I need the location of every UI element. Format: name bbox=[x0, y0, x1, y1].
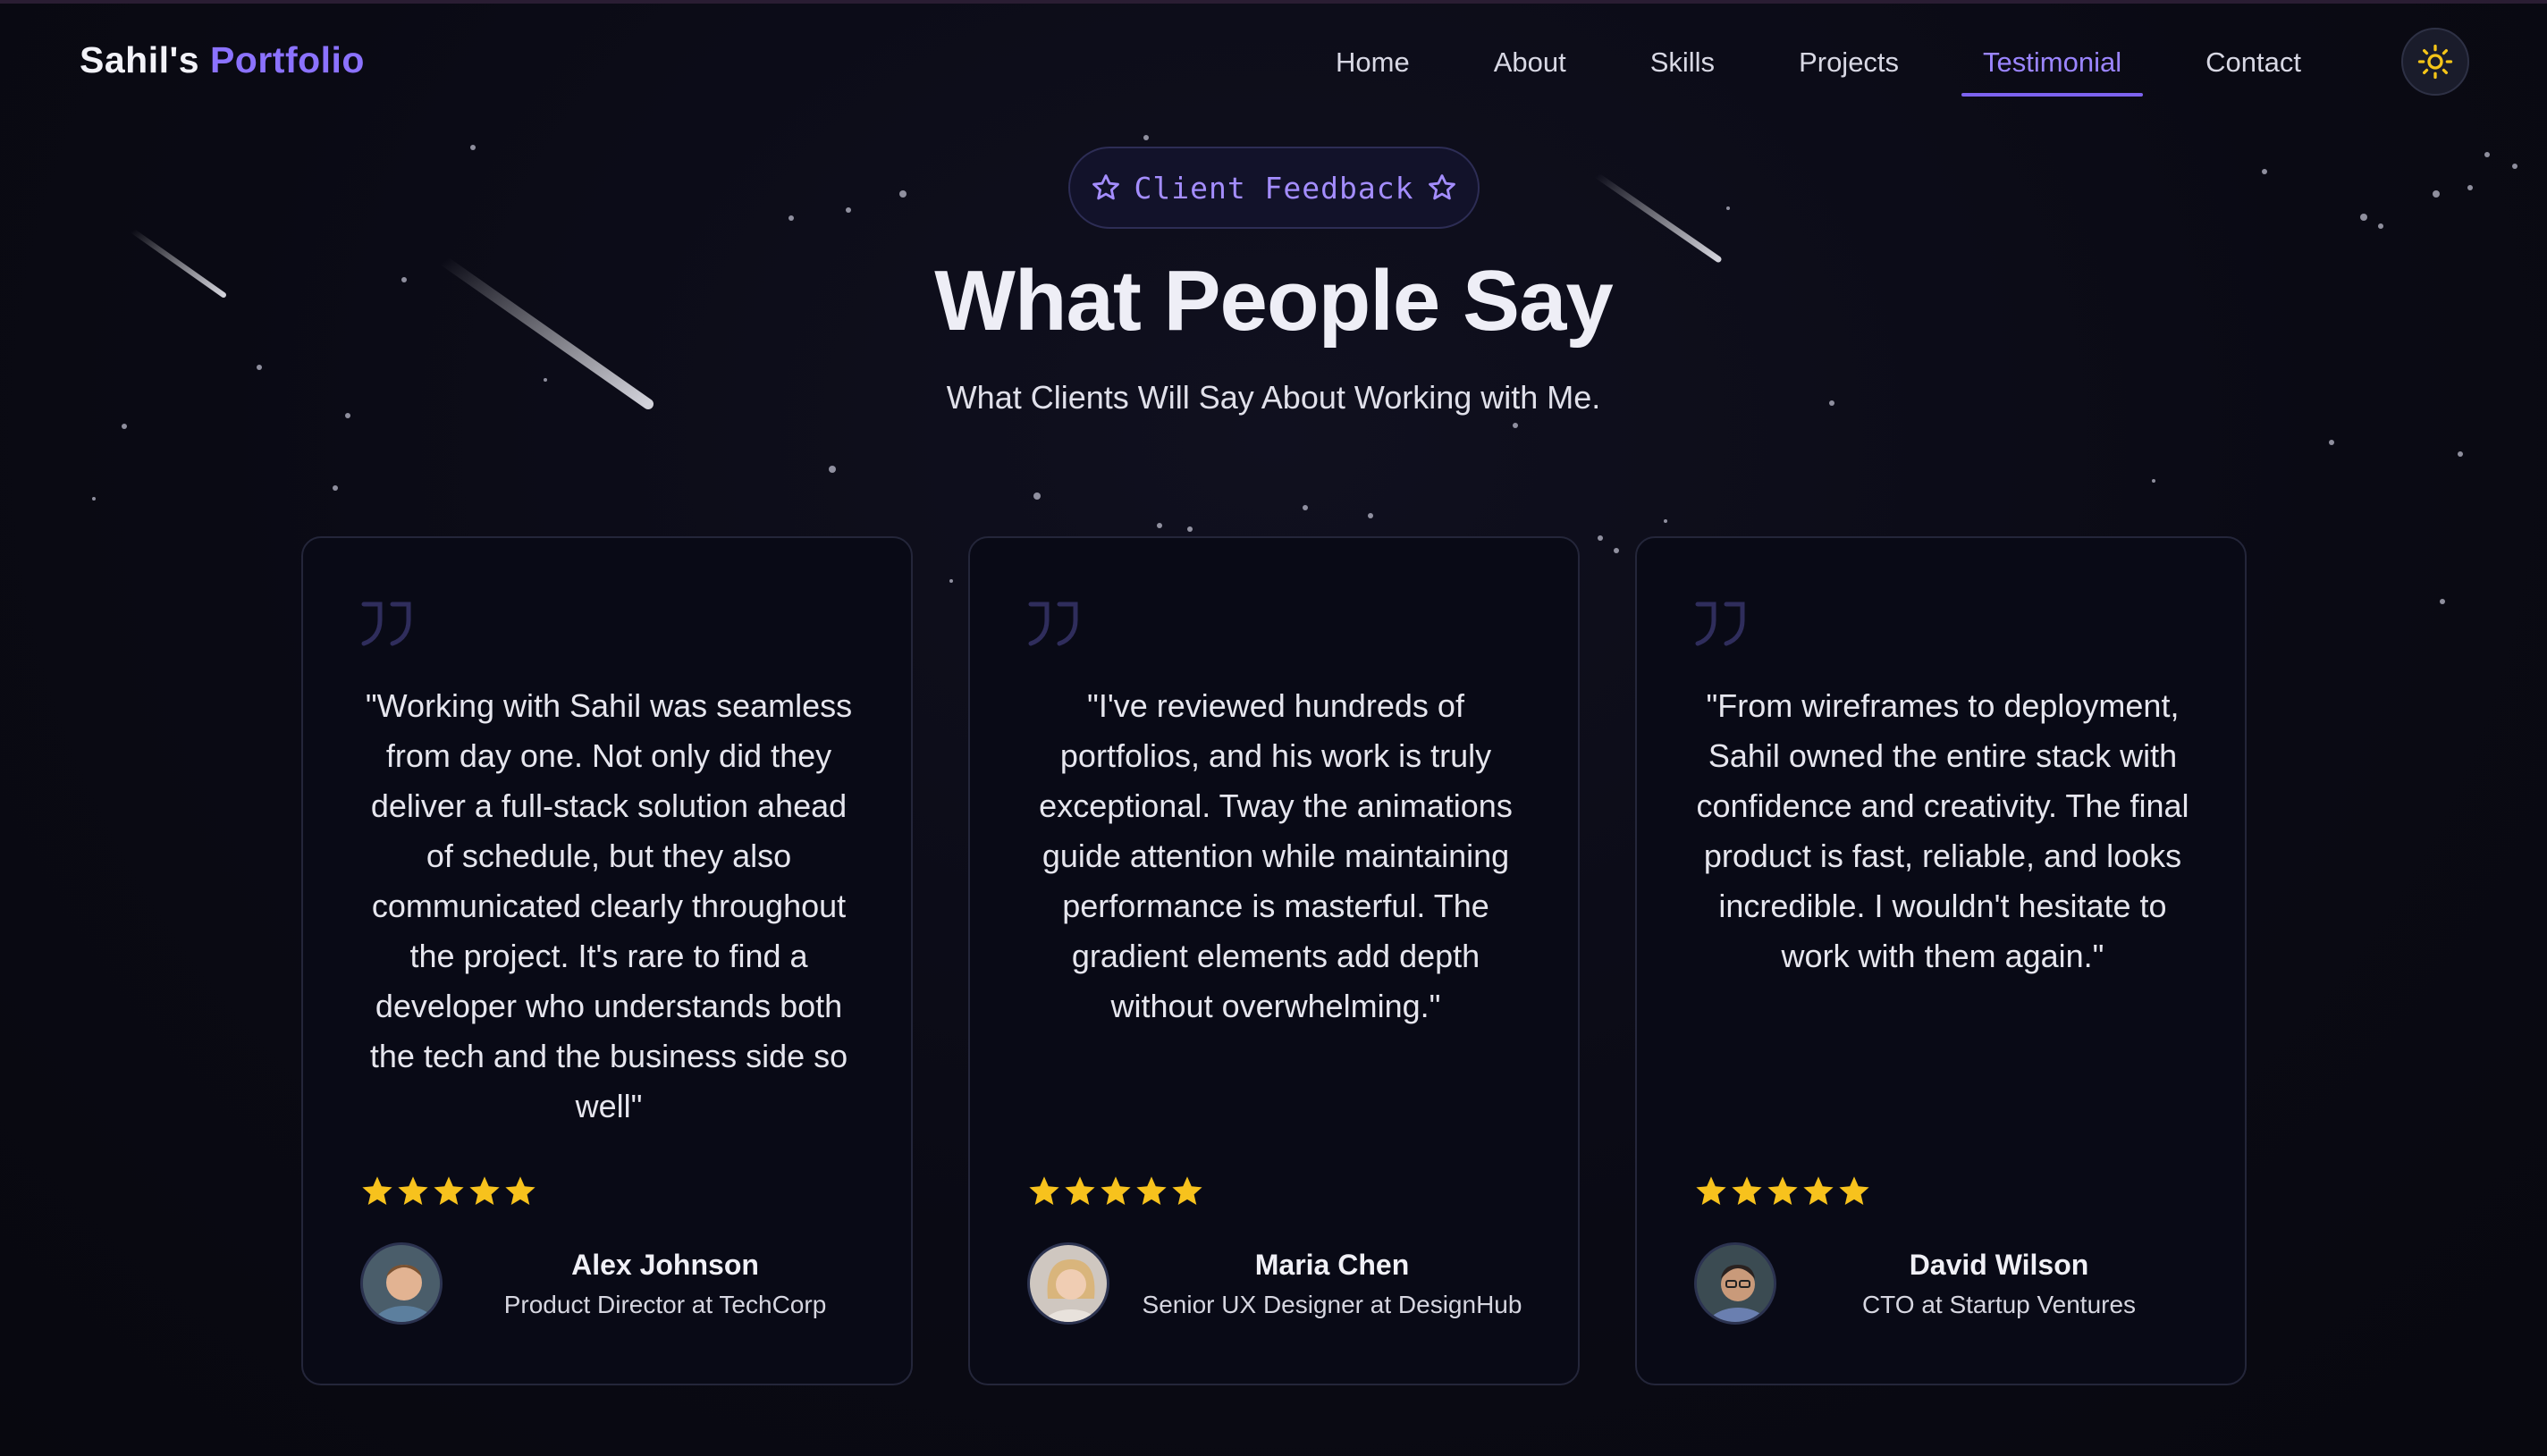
badge-label: Client Feedback bbox=[1134, 170, 1414, 206]
nav-link-about[interactable]: About bbox=[1472, 39, 1588, 86]
quote-icon bbox=[1028, 602, 1078, 646]
avatar bbox=[1694, 1242, 1776, 1325]
quote-icon bbox=[1695, 602, 1745, 646]
navbar: Sahil's Portfolio Home About Skills Proj… bbox=[0, 0, 2547, 125]
star-filled-icon bbox=[469, 1176, 500, 1206]
person-info: Alex Johnson Product Director at TechCor… bbox=[455, 1249, 875, 1319]
shooting-star bbox=[1593, 172, 1722, 263]
star-outline-icon bbox=[1092, 174, 1120, 200]
star-rating bbox=[1694, 1174, 1871, 1208]
star-filled-icon bbox=[362, 1176, 392, 1206]
person-role: Senior UX Designer at DesignHub bbox=[1142, 1291, 1522, 1318]
testimonial-card: "Working with Sahil was seamless from da… bbox=[301, 536, 913, 1385]
section-subtitle: What Clients Will Say About Working with… bbox=[946, 379, 1601, 416]
person-info: David Wilson CTO at Startup Ventures bbox=[1789, 1249, 2209, 1319]
testimonial-card: "From wireframes to deployment, Sahil ow… bbox=[1635, 536, 2247, 1385]
person-name: David Wilson bbox=[1909, 1249, 2089, 1281]
quote-icon bbox=[361, 602, 411, 646]
client-feedback-badge: Client Feedback bbox=[1068, 147, 1480, 229]
testimonial-card: "I've reviewed hundreds of portfolios, a… bbox=[968, 536, 1580, 1385]
testimonial-quote: "Working with Sahil was seamless from da… bbox=[365, 687, 853, 1124]
page: Sahil's Portfolio Home About Skills Proj… bbox=[0, 0, 2547, 1456]
site-logo[interactable]: Sahil's Portfolio bbox=[80, 39, 365, 81]
star-filled-icon bbox=[1101, 1176, 1131, 1206]
star-filled-icon bbox=[1732, 1176, 1762, 1206]
star-filled-icon bbox=[1172, 1176, 1202, 1206]
avatar bbox=[360, 1242, 443, 1325]
star-filled-icon bbox=[1029, 1176, 1059, 1206]
star-outline-icon bbox=[1428, 174, 1455, 200]
person-name: Maria Chen bbox=[1254, 1249, 1410, 1281]
nav-link-testimonial[interactable]: Testimonial bbox=[1961, 39, 2144, 97]
star-rating bbox=[1027, 1174, 1204, 1208]
testimonial-quote: "From wireframes to deployment, Sahil ow… bbox=[1696, 687, 2189, 974]
nav-link-skills[interactable]: Skills bbox=[1629, 39, 1736, 86]
nav-link-home[interactable]: Home bbox=[1314, 39, 1431, 86]
avatar bbox=[1027, 1242, 1109, 1325]
sun-icon bbox=[2417, 44, 2453, 80]
section-title: What People Say bbox=[934, 253, 1614, 349]
star-filled-icon bbox=[434, 1176, 464, 1206]
star-filled-icon bbox=[398, 1176, 428, 1206]
person-info: Maria Chen Senior UX Designer at DesignH… bbox=[1122, 1249, 1542, 1319]
person-role: CTO at Startup Ventures bbox=[1861, 1291, 2137, 1318]
star-rating bbox=[360, 1174, 537, 1208]
nav-link-projects[interactable]: Projects bbox=[1777, 39, 1920, 86]
person-name: Alex Johnson bbox=[571, 1249, 759, 1281]
logo-main-text: Sahil's bbox=[80, 39, 200, 80]
star-filled-icon bbox=[1803, 1176, 1834, 1206]
star-filled-icon bbox=[1767, 1176, 1798, 1206]
nav-links: Home About Skills Projects Testimonial C… bbox=[1314, 36, 2323, 97]
testimonial-quote: "I've reviewed hundreds of portfolios, a… bbox=[1039, 687, 1513, 1024]
star-filled-icon bbox=[1136, 1176, 1167, 1206]
star-filled-icon bbox=[1839, 1176, 1869, 1206]
logo-accent-text: Portfolio bbox=[209, 39, 365, 80]
theme-toggle-button[interactable] bbox=[2401, 28, 2469, 96]
nav-link-contact[interactable]: Contact bbox=[2184, 39, 2323, 86]
person-role: Product Director at TechCorp bbox=[503, 1291, 827, 1318]
star-filled-icon bbox=[1065, 1176, 1095, 1206]
star-filled-icon bbox=[505, 1176, 536, 1206]
star-filled-icon bbox=[1696, 1176, 1726, 1206]
